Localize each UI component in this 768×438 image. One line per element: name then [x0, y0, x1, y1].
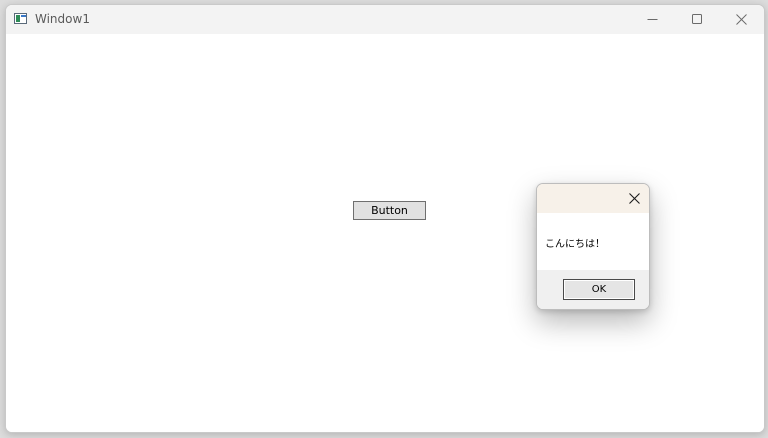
- ok-button[interactable]: OK: [563, 279, 635, 300]
- dialog-message: こんにちは！: [545, 239, 605, 250]
- minimize-icon: [647, 19, 658, 20]
- close-window-button[interactable]: [719, 5, 764, 34]
- minimize-button[interactable]: [630, 5, 675, 34]
- maximize-button[interactable]: [675, 5, 720, 34]
- dialog-title-bar[interactable]: [537, 184, 649, 213]
- maximize-icon: [692, 14, 702, 24]
- dialog-close-button[interactable]: [625, 190, 643, 206]
- main-button[interactable]: Button: [353, 201, 426, 220]
- title-bar[interactable]: Window1: [6, 5, 764, 34]
- dialog-footer: OK: [537, 270, 649, 309]
- main-window: Window1 Button: [5, 4, 765, 433]
- close-icon: [628, 192, 640, 204]
- window-title: Window1: [35, 12, 90, 26]
- close-icon: [736, 14, 747, 25]
- application-window-icon: [14, 13, 27, 24]
- message-box-dialog: こんにちは！ OK: [536, 183, 650, 310]
- window-client-area: Button: [6, 34, 764, 432]
